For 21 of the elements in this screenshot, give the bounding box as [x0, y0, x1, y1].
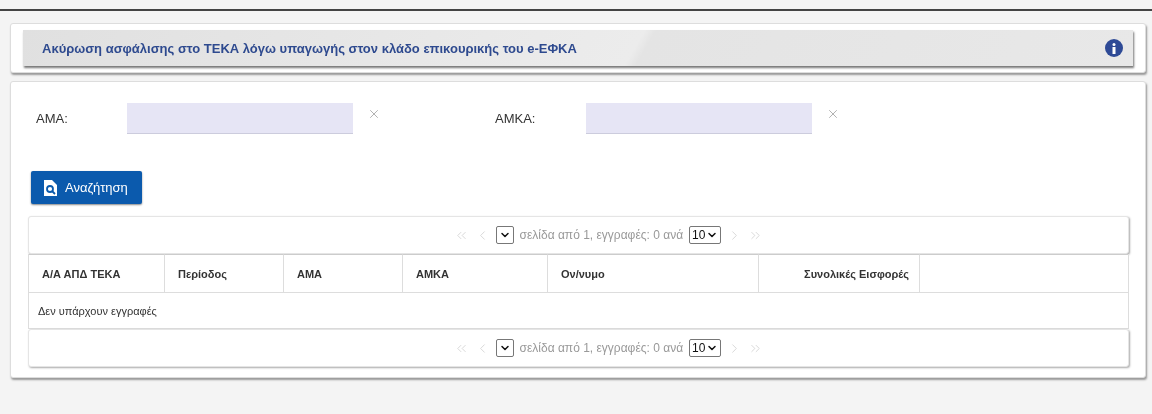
- column-header: ΑΜΚΑ: [403, 254, 548, 293]
- page-size-select[interactable]: 10: [689, 339, 722, 357]
- page-select[interactable]: [495, 339, 514, 357]
- column-header: Ον/νυμο: [548, 254, 759, 293]
- column-header: Συνολικές Εισφορές: [759, 254, 920, 293]
- page-summary: σελίδα από 1, εγγραφές: 0 ανά: [519, 341, 684, 355]
- search-document-icon: [43, 179, 57, 196]
- empty-message: Δεν υπάρχουν εγγραφές: [37, 303, 158, 319]
- page-select[interactable]: [495, 226, 514, 244]
- field-label: ΑΜΚΑ:: [495, 111, 537, 126]
- info-icon[interactable]: [1105, 39, 1123, 57]
- column-header: Περίοδος: [165, 254, 284, 293]
- page-title: Ακύρωση ασφάλισης στο ΤΕΚΑ λόγω υπαγωγής στον κλάδο επικουρικής του e-ΕΦΚΑ: [42, 40, 577, 56]
- search-button[interactable]: Αναζήτηση: [31, 171, 142, 204]
- page-summary: σελίδα από 1, εγγραφές: 0 ανά: [519, 228, 684, 242]
- input-field[interactable]: [127, 103, 353, 134]
- column-header: ΑΜΑ: [284, 254, 403, 293]
- column-header: Α/Α ΑΠΔ ΤΕΚΑ: [29, 254, 165, 293]
- page-size-select[interactable]: 10: [689, 226, 722, 244]
- input-field[interactable]: [586, 103, 812, 134]
- field-label: ΑΜΑ:: [36, 111, 69, 126]
